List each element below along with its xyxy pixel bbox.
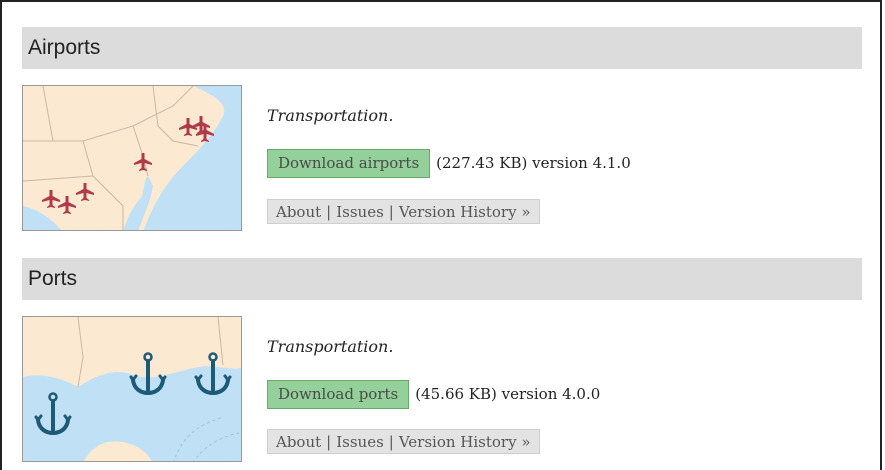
link-separator: | [388,432,394,451]
ports-version-history-link[interactable]: Version History » [399,433,531,451]
airports-issues-link[interactable]: Issues [336,203,384,221]
airports-download-row: Download airports (227.43 KB) version 4.… [267,148,631,178]
link-separator: | [326,202,332,221]
section-title: Ports [28,267,78,290]
section-header-ports: Ports [22,258,862,300]
section-header-airports: Airports [22,27,862,69]
airports-description: Transportation. [267,106,394,125]
ports-map [23,317,241,461]
link-separator: | [326,432,332,451]
ports-file-meta: (45.66 KB) version 4.0.0 [415,385,601,403]
ports-issues-link[interactable]: Issues [336,433,384,451]
section-title: Airports [28,36,101,59]
airports-links-bar: About | Issues | Version History » [267,199,540,224]
airports-file-meta: (227.43 KB) version 4.1.0 [436,154,631,172]
download-airports-button[interactable]: Download airports [267,148,431,178]
ports-download-row: Download ports (45.66 KB) version 4.0.0 [267,379,600,409]
airports-version-history-link[interactable]: Version History » [399,203,531,221]
airports-thumbnail[interactable] [22,85,242,231]
ports-description: Transportation. [267,337,394,356]
link-separator: | [388,202,394,221]
airports-about-link[interactable]: About [276,203,321,221]
ports-thumbnail[interactable] [22,316,242,462]
ports-links-bar: About | Issues | Version History » [267,429,540,454]
download-ports-button[interactable]: Download ports [267,379,410,409]
ports-about-link[interactable]: About [276,433,321,451]
airports-map [23,86,241,230]
